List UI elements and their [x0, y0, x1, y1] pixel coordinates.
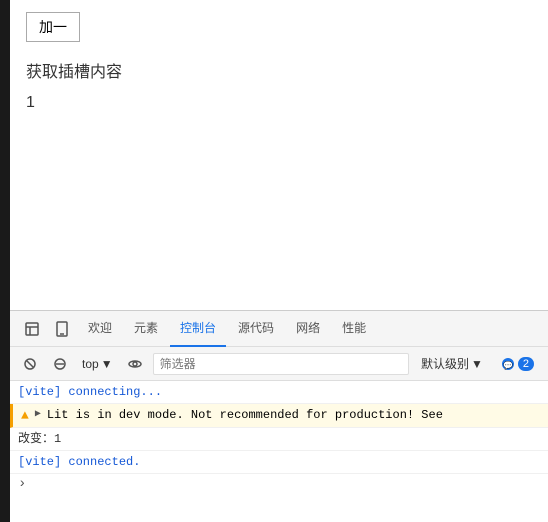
level-dropdown[interactable]: 默认级别 ▼: [415, 353, 489, 374]
clear-console-btn[interactable]: [18, 352, 42, 376]
context-dropdown[interactable]: top ▼: [78, 355, 117, 373]
console-prompt-line[interactable]: ›: [10, 474, 548, 494]
console-line-vite-connecting: [vite] connecting...: [10, 381, 548, 404]
badge-count: 2: [518, 357, 534, 371]
tab-console[interactable]: 控制台: [170, 311, 226, 347]
slot-value: 1: [26, 94, 532, 112]
changed-text: 改变：1: [18, 430, 61, 448]
expand-arrow[interactable]: ▶: [35, 406, 41, 424]
tab-network[interactable]: 网络: [286, 311, 330, 347]
svg-text:💬: 💬: [503, 360, 513, 370]
lit-warning-text: Lit is in dev mode. Not recommended for …: [47, 406, 443, 424]
inspect-icon-btn[interactable]: [18, 315, 46, 343]
devtools-toolbar: top ▼ 默认级别 ▼ 💬: [10, 347, 548, 381]
level-dropdown-label: 默认级别: [421, 355, 469, 372]
warning-icon: ▲: [21, 407, 29, 425]
left-bar: [0, 0, 10, 522]
filter-input[interactable]: [153, 353, 409, 375]
devtools-panel: 欢迎 元素 控制台 源代码 网络 性能: [10, 310, 548, 522]
add-button[interactable]: 加一: [26, 12, 80, 42]
no-entry-btn[interactable]: [48, 352, 72, 376]
page-area: 加一 获取插槽内容 1: [10, 0, 548, 310]
message-badge-btn[interactable]: 💬 2: [495, 355, 540, 373]
tab-sources[interactable]: 源代码: [228, 311, 284, 347]
vite-connecting-text: [vite] connecting...: [18, 383, 162, 401]
console-line-vite-connected: [vite] connected.: [10, 451, 548, 474]
slot-title: 获取插槽内容: [26, 58, 532, 82]
tab-performance[interactable]: 性能: [332, 311, 376, 347]
main-content: 加一 获取插槽内容 1 欢迎 元素 控: [10, 0, 548, 522]
context-dropdown-label: top: [82, 357, 99, 371]
tab-elements[interactable]: 元素: [124, 311, 168, 347]
level-dropdown-arrow: ▼: [471, 357, 483, 371]
device-icon-btn[interactable]: [48, 315, 76, 343]
devtools-tabs-bar: 欢迎 元素 控制台 源代码 网络 性能: [10, 311, 548, 347]
tab-welcome[interactable]: 欢迎: [78, 311, 122, 347]
console-line-lit-warning: ▲ ▶ Lit is in dev mode. Not recommended …: [10, 404, 548, 428]
console-output: [vite] connecting... ▲ ▶ Lit is in dev m…: [10, 381, 548, 522]
context-dropdown-arrow: ▼: [101, 357, 113, 371]
console-line-changed: 改变：1: [10, 428, 548, 451]
prompt-arrow-icon: ›: [18, 476, 26, 492]
vite-connected-text: [vite] connected.: [18, 453, 140, 471]
eye-btn[interactable]: [123, 352, 147, 376]
